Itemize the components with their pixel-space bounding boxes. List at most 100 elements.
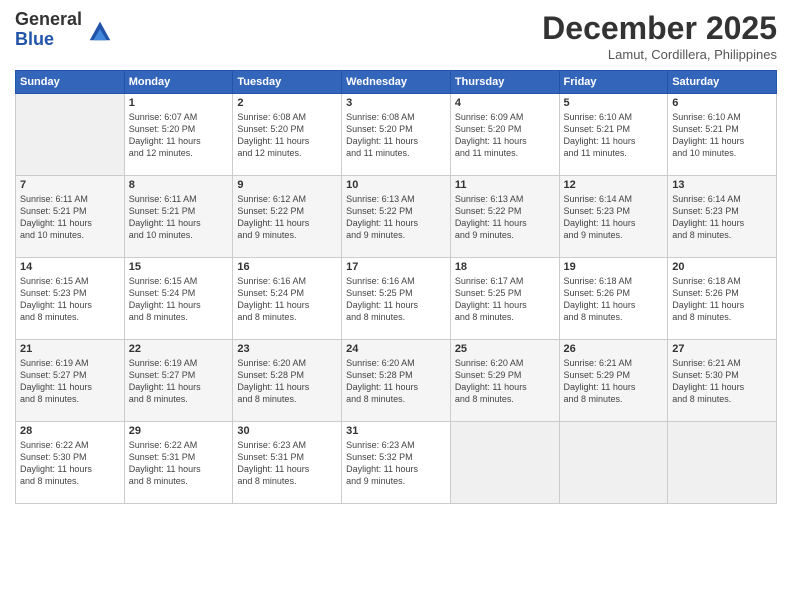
day-info: Sunrise: 6:21 AM Sunset: 5:30 PM Dayligh… [672, 357, 772, 406]
day-info: Sunrise: 6:20 AM Sunset: 5:29 PM Dayligh… [455, 357, 555, 406]
day-info: Sunrise: 6:07 AM Sunset: 5:20 PM Dayligh… [129, 111, 229, 160]
calendar-cell: 23 Sunrise: 6:20 AM Sunset: 5:28 PM Dayli… [233, 340, 342, 422]
day-info: Sunrise: 6:10 AM Sunset: 5:21 PM Dayligh… [564, 111, 664, 160]
day-number: 4 [455, 97, 555, 109]
calendar-cell: 2 Sunrise: 6:08 AM Sunset: 5:20 PM Daylig… [233, 94, 342, 176]
day-number: 28 [20, 425, 120, 437]
day-info: Sunrise: 6:21 AM Sunset: 5:29 PM Dayligh… [564, 357, 664, 406]
calendar-cell: 22Sunrise: 6:19 AM Sunset: 5:27 PM Dayli… [124, 340, 233, 422]
calendar-cell: 7Sunrise: 6:11 AM Sunset: 5:21 PM Daylig… [16, 176, 125, 258]
day-number: 8 [129, 179, 229, 191]
weekday-header: Friday [559, 71, 668, 94]
day-info: Sunrise: 6:15 AM Sunset: 5:23 PM Dayligh… [20, 275, 120, 324]
calendar-cell: 29 Sunrise: 6:22 AM Sunset: 5:31 PM Dayli… [124, 422, 233, 504]
day-info: Sunrise: 6:12 AM Sunset: 5:22 PM Dayligh… [237, 193, 337, 242]
weekday-header: Wednesday [342, 71, 451, 94]
calendar-week-row: 1 Sunrise: 6:07 AM Sunset: 5:20 PM Daylig… [16, 94, 777, 176]
weekday-header: Saturday [668, 71, 777, 94]
day-info: Sunrise: 6:16 AM Sunset: 5:24 PM Dayligh… [237, 275, 337, 324]
day-info: Sunrise: 6:13 AM Sunset: 5:22 PM Dayligh… [455, 193, 555, 242]
day-number: 17 [346, 261, 446, 273]
day-number: 2 [237, 97, 337, 109]
calendar-cell: 28 Sunrise: 6:22 AM Sunset: 5:30 PM Dayli… [16, 422, 125, 504]
day-info: Sunrise: 6:11 AM Sunset: 5:21 PM Dayligh… [129, 193, 229, 242]
logo-blue: Blue [15, 29, 54, 49]
calendar-cell: 10Sunrise: 6:13 AM Sunset: 5:22 PM Dayli… [342, 176, 451, 258]
day-number: 9 [237, 179, 337, 191]
day-info: Sunrise: 6:15 AM Sunset: 5:24 PM Dayligh… [129, 275, 229, 324]
day-info: Sunrise: 6:22 AM Sunset: 5:31 PM Dayligh… [129, 439, 229, 488]
calendar-body: 1 Sunrise: 6:07 AM Sunset: 5:20 PM Daylig… [16, 94, 777, 504]
day-info: Sunrise: 6:10 AM Sunset: 5:21 PM Dayligh… [672, 111, 772, 160]
day-number: 12 [564, 179, 664, 191]
calendar-cell: 14 Sunrise: 6:15 AM Sunset: 5:23 PM Dayli… [16, 258, 125, 340]
calendar-table: SundayMondayTuesdayWednesdayThursdayFrid… [15, 70, 777, 504]
calendar-week-row: 21 Sunrise: 6:19 AM Sunset: 5:27 PM Dayli… [16, 340, 777, 422]
calendar-cell: 20 Sunrise: 6:18 AM Sunset: 5:26 PM Dayli… [668, 258, 777, 340]
calendar-cell: 31Sunrise: 6:23 AM Sunset: 5:32 PM Dayli… [342, 422, 451, 504]
calendar-cell: 27Sunrise: 6:21 AM Sunset: 5:30 PM Dayli… [668, 340, 777, 422]
day-number: 13 [672, 179, 772, 191]
calendar-cell: 30 Sunrise: 6:23 AM Sunset: 5:31 PM Dayli… [233, 422, 342, 504]
calendar-cell: 16 Sunrise: 6:16 AM Sunset: 5:24 PM Dayli… [233, 258, 342, 340]
day-info: Sunrise: 6:20 AM Sunset: 5:28 PM Dayligh… [346, 357, 446, 406]
day-number: 21 [20, 343, 120, 355]
calendar-week-row: 7 Sunrise: 6:11 AM Sunset: 5:21 PM Daylig… [16, 176, 777, 258]
calendar-cell: 13 Sunrise: 6:14 AM Sunset: 5:23 PM Dayli… [668, 176, 777, 258]
day-info: Sunrise: 6:22 AM Sunset: 5:30 PM Dayligh… [20, 439, 120, 488]
logo-icon [86, 16, 114, 44]
day-number: 6 [672, 97, 772, 109]
title-block: December 2025 Lamut, Cordillera, Philipp… [542, 10, 777, 62]
calendar-cell: 11 Sunrise: 6:13 AM Sunset: 5:22 PM Dayli… [450, 176, 559, 258]
calendar-week-row: 28 Sunrise: 6:22 AM Sunset: 5:30 PM Dayli… [16, 422, 777, 504]
day-number: 29 [129, 425, 229, 437]
day-number: 26 [564, 343, 664, 355]
header: General Blue December 2025 Lamut, Cordil… [15, 10, 777, 62]
calendar-cell: 6 Sunrise: 6:10 AM Sunset: 5:21 PM Daylig… [668, 94, 777, 176]
location: Lamut, Cordillera, Philippines [542, 47, 777, 62]
day-number: 7 [20, 179, 120, 191]
day-info: Sunrise: 6:18 AM Sunset: 5:26 PM Dayligh… [672, 275, 772, 324]
calendar-cell: 26 Sunrise: 6:21 AM Sunset: 5:29 PM Dayli… [559, 340, 668, 422]
calendar-cell: 4 Sunrise: 6:09 AM Sunset: 5:20 PM Daylig… [450, 94, 559, 176]
day-number: 30 [237, 425, 337, 437]
day-info: Sunrise: 6:09 AM Sunset: 5:20 PM Dayligh… [455, 111, 555, 160]
day-number: 14 [20, 261, 120, 273]
day-number: 23 [237, 343, 337, 355]
day-number: 25 [455, 343, 555, 355]
day-info: Sunrise: 6:14 AM Sunset: 5:23 PM Dayligh… [672, 193, 772, 242]
day-info: Sunrise: 6:16 AM Sunset: 5:25 PM Dayligh… [346, 275, 446, 324]
calendar-cell [559, 422, 668, 504]
day-number: 31 [346, 425, 446, 437]
day-info: Sunrise: 6:20 AM Sunset: 5:28 PM Dayligh… [237, 357, 337, 406]
weekday-header: Tuesday [233, 71, 342, 94]
calendar-cell: 25 Sunrise: 6:20 AM Sunset: 5:29 PM Dayli… [450, 340, 559, 422]
day-number: 15 [129, 261, 229, 273]
day-number: 18 [455, 261, 555, 273]
day-info: Sunrise: 6:23 AM Sunset: 5:31 PM Dayligh… [237, 439, 337, 488]
day-info: Sunrise: 6:08 AM Sunset: 5:20 PM Dayligh… [237, 111, 337, 160]
calendar-cell: 5Sunrise: 6:10 AM Sunset: 5:21 PM Daylig… [559, 94, 668, 176]
calendar-cell [450, 422, 559, 504]
day-number: 3 [346, 97, 446, 109]
calendar-cell: 1 Sunrise: 6:07 AM Sunset: 5:20 PM Daylig… [124, 94, 233, 176]
calendar-header-row: SundayMondayTuesdayWednesdayThursdayFrid… [16, 71, 777, 94]
day-number: 1 [129, 97, 229, 109]
day-number: 11 [455, 179, 555, 191]
day-number: 16 [237, 261, 337, 273]
calendar-cell: 17 Sunrise: 6:16 AM Sunset: 5:25 PM Dayli… [342, 258, 451, 340]
logo: General Blue [15, 10, 114, 50]
calendar-cell: 24Sunrise: 6:20 AM Sunset: 5:28 PM Dayli… [342, 340, 451, 422]
calendar-week-row: 14 Sunrise: 6:15 AM Sunset: 5:23 PM Dayli… [16, 258, 777, 340]
month-title: December 2025 [542, 10, 777, 47]
day-number: 20 [672, 261, 772, 273]
day-info: Sunrise: 6:19 AM Sunset: 5:27 PM Dayligh… [129, 357, 229, 406]
day-info: Sunrise: 6:18 AM Sunset: 5:26 PM Dayligh… [564, 275, 664, 324]
calendar-cell [16, 94, 125, 176]
calendar-cell: 3 Sunrise: 6:08 AM Sunset: 5:20 PM Daylig… [342, 94, 451, 176]
day-info: Sunrise: 6:08 AM Sunset: 5:20 PM Dayligh… [346, 111, 446, 160]
calendar-cell: 19Sunrise: 6:18 AM Sunset: 5:26 PM Dayli… [559, 258, 668, 340]
calendar-cell [668, 422, 777, 504]
day-number: 10 [346, 179, 446, 191]
day-info: Sunrise: 6:19 AM Sunset: 5:27 PM Dayligh… [20, 357, 120, 406]
